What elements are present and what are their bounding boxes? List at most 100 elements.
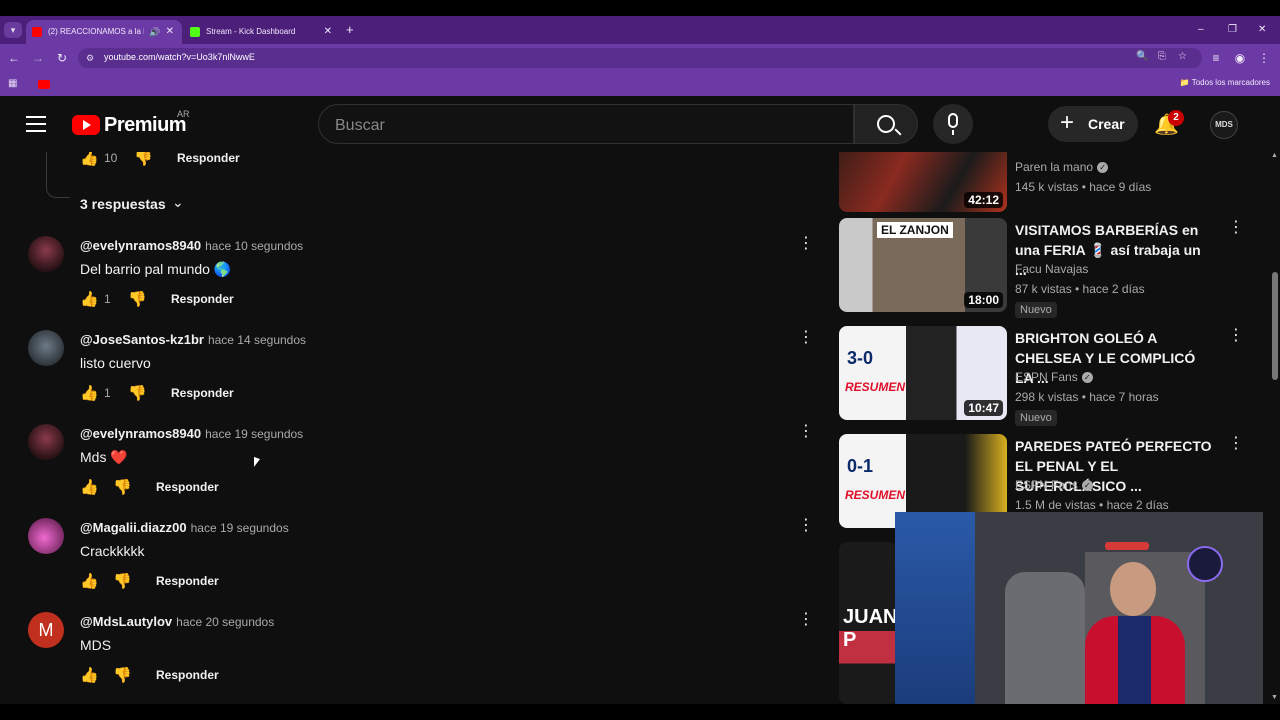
- close-tab-icon[interactable]: ✕: [166, 20, 174, 44]
- dislike-icon[interactable]: 👎: [113, 572, 132, 590]
- search-button[interactable]: [854, 104, 918, 144]
- video-menu-icon[interactable]: ⋮: [1228, 436, 1244, 452]
- scroll-down-icon[interactable]: ▼: [1271, 694, 1278, 701]
- like-outline-icon[interactable]: 👍: [80, 572, 99, 590]
- video-thumbnail[interactable]: JUAN P: [839, 542, 897, 704]
- tab-kick[interactable]: Stream - Kick Dashboard ✕: [184, 20, 340, 44]
- like-outline-icon[interactable]: 👍: [80, 478, 99, 496]
- comment-author[interactable]: @MdsLautylov: [80, 614, 172, 629]
- scrollbar-thumb[interactable]: [1272, 272, 1278, 380]
- scrollbar[interactable]: [1270, 152, 1280, 704]
- like-icon[interactable]: 👍: [80, 152, 99, 167]
- like-count: 1: [104, 386, 111, 400]
- like-count: 1: [104, 292, 111, 306]
- account-avatar[interactable]: MDS: [1210, 111, 1238, 139]
- channel-name[interactable]: ESPN Fans ✓: [1015, 370, 1093, 384]
- browser-menu-icon[interactable]: ⋮: [1254, 48, 1274, 68]
- reply-button[interactable]: Responder: [156, 668, 219, 682]
- reply-button[interactable]: Responder: [156, 574, 219, 588]
- dislike-icon[interactable]: 👎: [128, 384, 147, 402]
- all-bookmarks-label: Todos los marcadores: [1191, 78, 1270, 87]
- like-icon[interactable]: 👍: [80, 290, 99, 308]
- comment-item: @Magalii.diazz00 hace 19 segundos Crackkk…: [0, 518, 830, 612]
- comment-menu-icon[interactable]: ⋮: [798, 330, 814, 346]
- recommended-video[interactable]: 3-0 RESUMEN 10:47 BRIGHTON GOLEÓ A CHELS…: [838, 326, 1244, 426]
- recommended-video[interactable]: 42:12 Paren la mano ✓ 145 k vistas • hace…: [838, 152, 1238, 212]
- video-menu-icon[interactable]: ⋮: [1228, 328, 1244, 344]
- comment-author[interactable]: @evelynramos8940: [80, 426, 201, 441]
- avatar[interactable]: [28, 518, 64, 554]
- comment-time[interactable]: hace 20 segundos: [176, 615, 274, 629]
- video-meta: 87 k vistas • hace 2 días: [1015, 282, 1145, 296]
- video-thumbnail[interactable]: EL ZANJON 18:00: [839, 218, 1007, 312]
- youtube-bookmark-icon[interactable]: [38, 80, 50, 89]
- dislike-icon[interactable]: 👎: [113, 666, 132, 684]
- comment-text: Crackkkkk: [80, 543, 145, 559]
- comment-menu-icon[interactable]: ⋮: [798, 612, 814, 628]
- maximize-icon[interactable]: ❐: [1228, 20, 1237, 40]
- comment-author[interactable]: @evelynramos8940: [80, 238, 201, 253]
- back-icon[interactable]: ←: [4, 48, 24, 68]
- like-icon[interactable]: 👍: [80, 384, 99, 402]
- menu-icon[interactable]: [26, 116, 46, 132]
- comment-time[interactable]: hace 10 segundos: [205, 239, 303, 253]
- dislike-icon[interactable]: 👎: [134, 152, 153, 167]
- dislike-icon[interactable]: 👎: [128, 290, 147, 308]
- comment-time[interactable]: hace 14 segundos: [208, 333, 306, 347]
- comment-menu-icon[interactable]: ⋮: [798, 424, 814, 440]
- extensions-icon[interactable]: ≡: [1206, 48, 1226, 68]
- comment-time[interactable]: hace 19 segundos: [205, 427, 303, 441]
- tab-search-icon[interactable]: ▾: [4, 22, 22, 38]
- zoom-icon[interactable]: 🔍: [1136, 51, 1148, 62]
- avatar[interactable]: M: [28, 612, 64, 648]
- comment-menu-icon[interactable]: ⋮: [798, 518, 814, 534]
- bookmarks-bar: ▦ 📁 Todos los marcadores: [0, 72, 1280, 96]
- reply-button[interactable]: Responder: [171, 386, 234, 400]
- tab-youtube[interactable]: (2) REACCIONAMOS a la HI 🔊 ✕: [26, 20, 182, 44]
- apps-grid-icon[interactable]: ▦: [8, 78, 17, 89]
- speaker-icon[interactable]: 🔊: [149, 20, 160, 44]
- scroll-up-icon[interactable]: ▲: [1271, 152, 1278, 159]
- youtube-logo-icon[interactable]: [72, 115, 100, 135]
- channel-name[interactable]: Paren la mano ✓: [1015, 160, 1109, 174]
- all-bookmarks-link[interactable]: 📁 Todos los marcadores: [1180, 78, 1270, 87]
- forward-icon[interactable]: →: [28, 48, 48, 68]
- dislike-icon[interactable]: 👎: [113, 478, 132, 496]
- reply-button[interactable]: Responder: [171, 292, 234, 306]
- avatar[interactable]: [28, 236, 64, 272]
- minimize-icon[interactable]: –: [1198, 20, 1204, 40]
- site-info-icon[interactable]: ⚙: [86, 53, 94, 64]
- reply-button[interactable]: Responder: [177, 152, 240, 165]
- video-meta: 145 k vistas • hace 9 días: [1015, 180, 1152, 194]
- new-tab-button[interactable]: +: [346, 20, 354, 40]
- search-input[interactable]: Buscar: [318, 104, 854, 144]
- install-icon[interactable]: ⎘: [1158, 51, 1166, 62]
- like-outline-icon[interactable]: 👍: [80, 666, 99, 684]
- create-button[interactable]: + Crear: [1048, 106, 1138, 142]
- video-thumbnail[interactable]: 3-0 RESUMEN 10:47: [839, 326, 1007, 420]
- video-menu-icon[interactable]: ⋮: [1228, 220, 1244, 236]
- logo-text[interactable]: Premium: [104, 114, 187, 137]
- profile-icon[interactable]: ◉: [1230, 48, 1250, 68]
- recommended-video[interactable]: EL ZANJON 18:00 VISITAMOS BARBERÍAS en u…: [838, 218, 1244, 318]
- comment-author[interactable]: @JoseSantos-kz1br: [80, 332, 204, 347]
- avatar[interactable]: [28, 424, 64, 460]
- reply-button[interactable]: Responder: [156, 480, 219, 494]
- channel-name[interactable]: ESPN Fans ✓: [1015, 478, 1093, 492]
- close-window-icon[interactable]: ✕: [1258, 20, 1266, 40]
- bookmark-star-icon[interactable]: ☆: [1178, 51, 1187, 62]
- comment-author[interactable]: @Magalii.diazz00: [80, 520, 187, 535]
- chevron-down-icon[interactable]: ⌄: [172, 194, 184, 211]
- comment-menu-icon[interactable]: ⋮: [798, 236, 814, 252]
- url-text: youtube.com/watch?v=Uo3k7nlNwwE: [104, 52, 255, 62]
- voice-search-button[interactable]: [933, 104, 973, 144]
- recommended-video[interactable]: JUAN P: [838, 542, 898, 704]
- comment-time[interactable]: hace 19 segundos: [191, 521, 289, 535]
- close-tab-icon[interactable]: ✕: [324, 20, 332, 44]
- channel-name[interactable]: Facu Navajas: [1015, 262, 1088, 276]
- video-thumbnail[interactable]: 42:12: [839, 152, 1007, 212]
- address-bar[interactable]: ⚙ youtube.com/watch?v=Uo3k7nlNwwE 🔍 ⎘ ☆: [78, 48, 1202, 68]
- avatar[interactable]: [28, 330, 64, 366]
- replies-toggle[interactable]: 3 respuestas: [80, 196, 166, 212]
- reload-icon[interactable]: ↻: [52, 48, 72, 68]
